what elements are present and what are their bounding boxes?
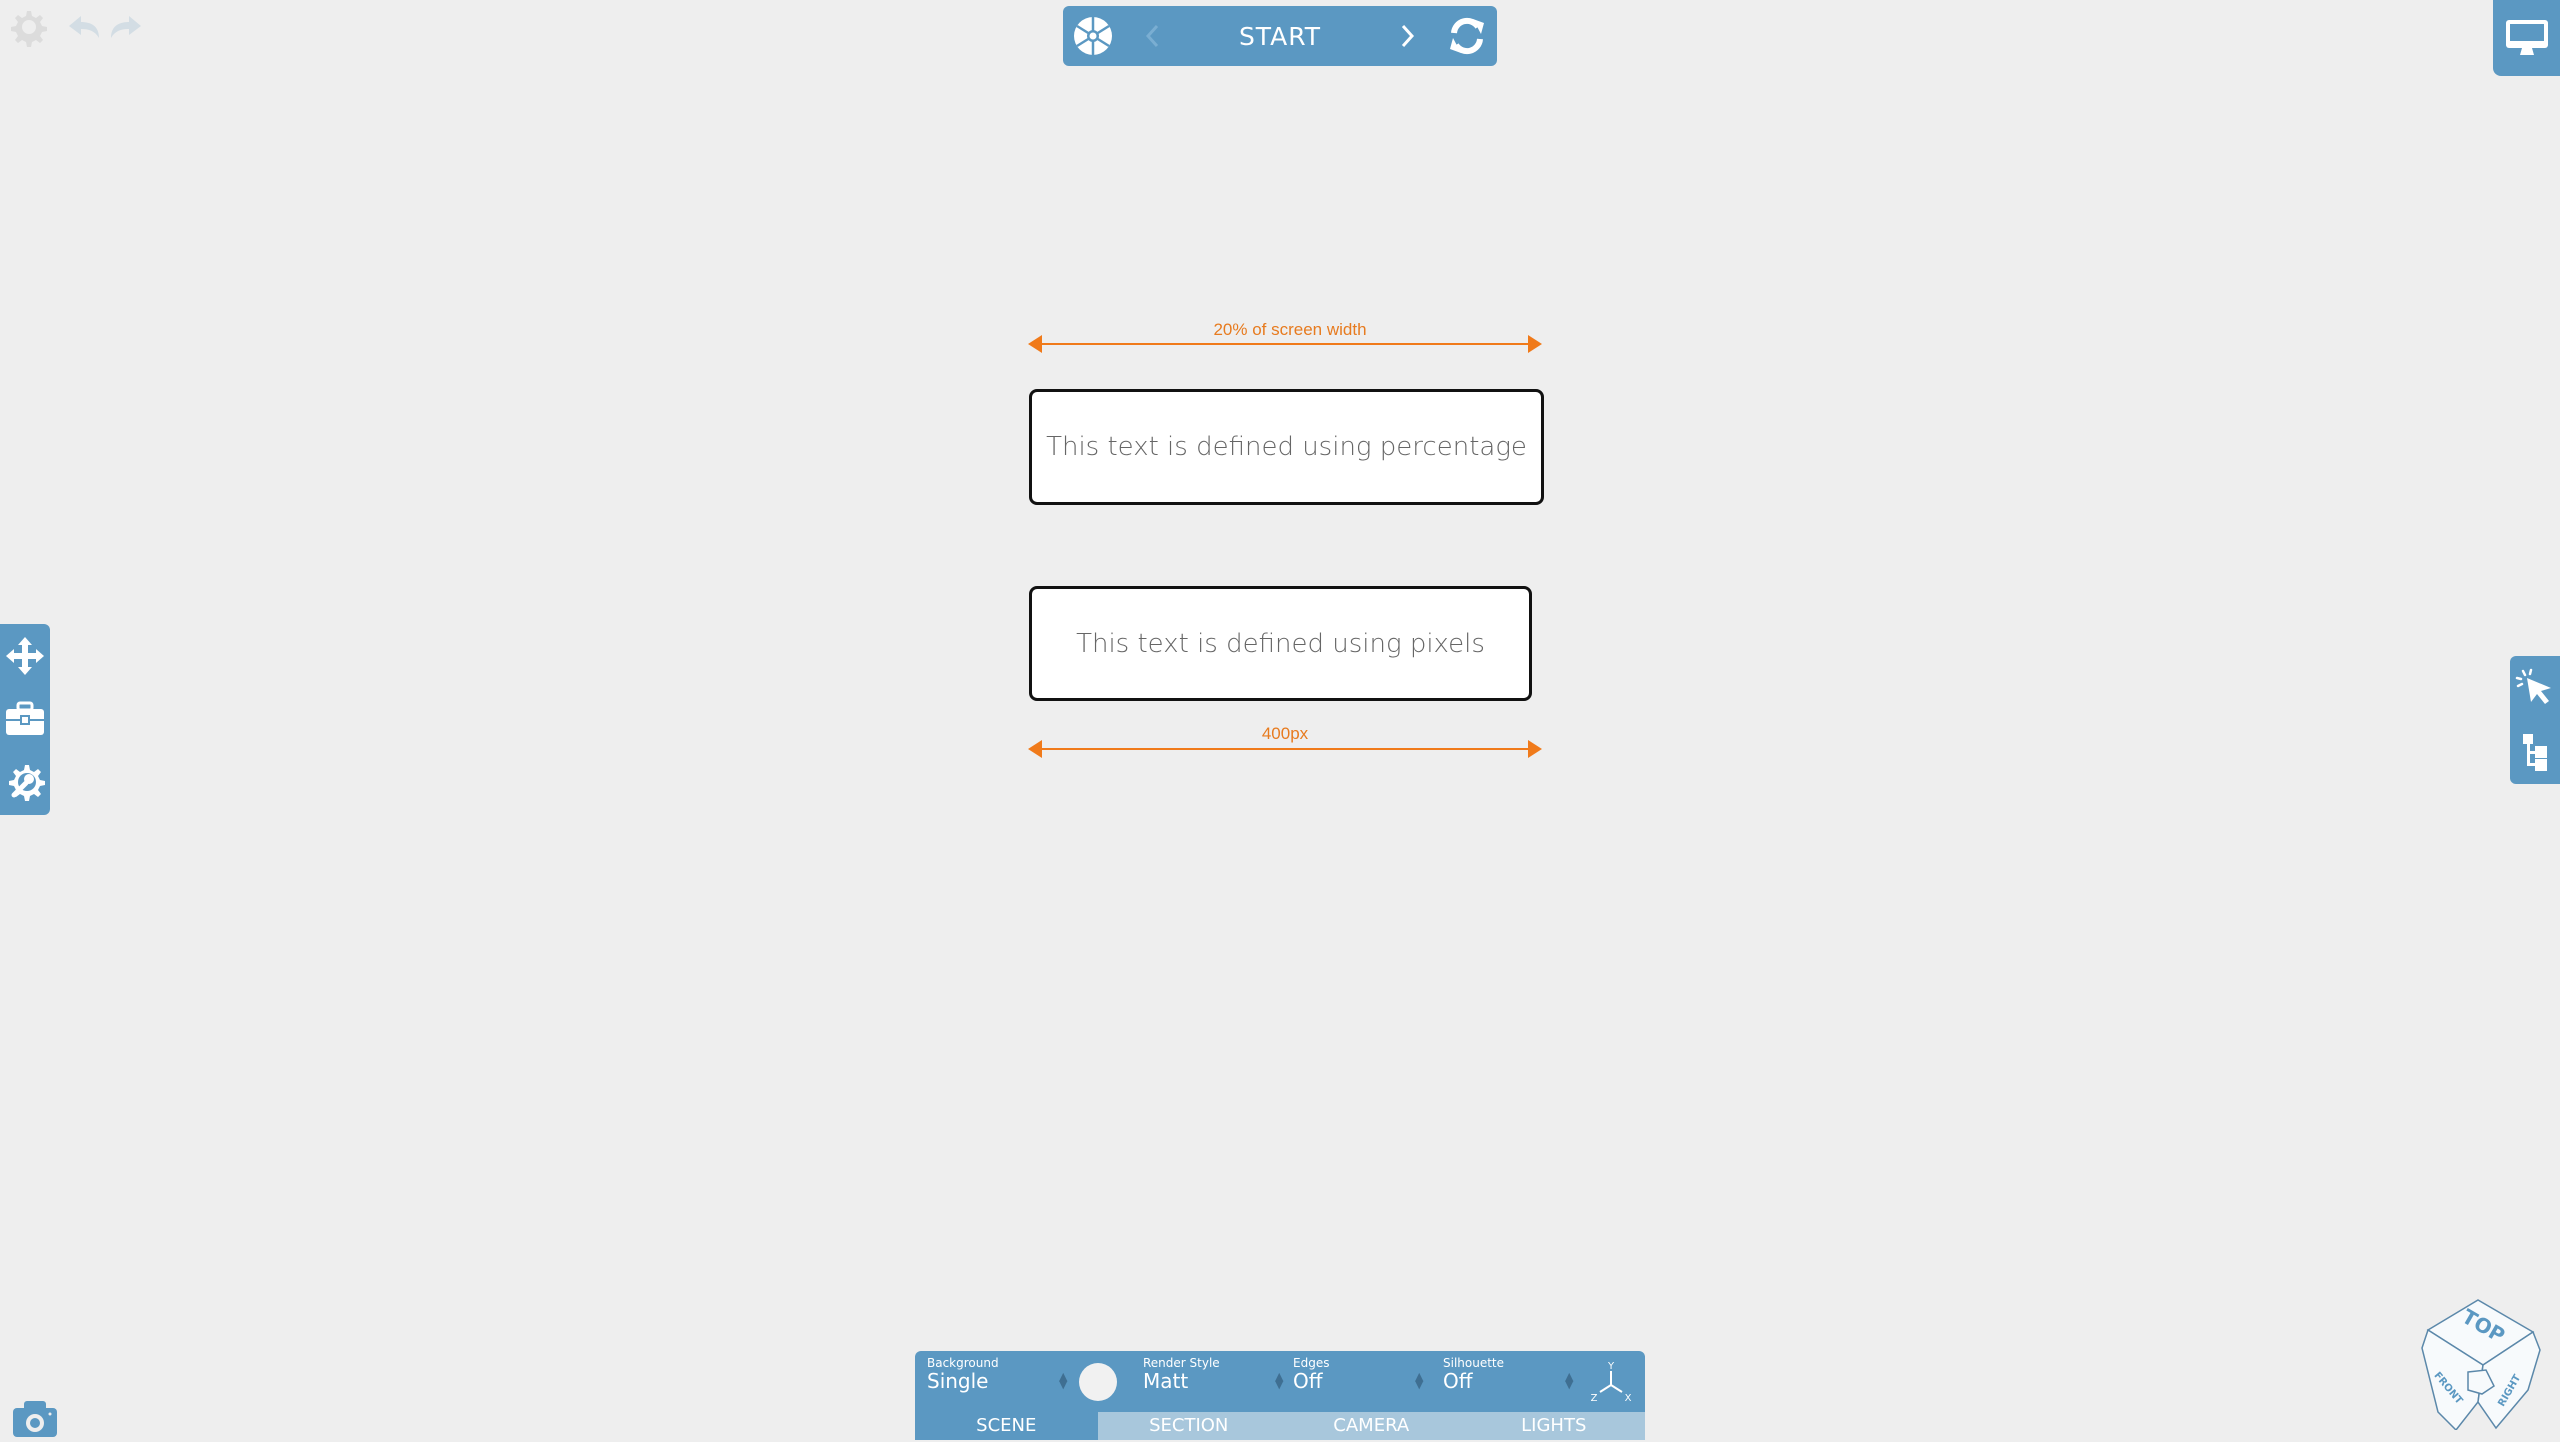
edges-value: Off [1293,1369,1323,1393]
edges-select[interactable]: Edges Off ▲ ▼ [1293,1351,1433,1412]
tab-camera[interactable]: CAMERA [1280,1412,1463,1440]
redo-icon [111,16,141,38]
spinner-icon: ▲ ▼ [1059,1370,1068,1391]
render-style-label: Render Style [1143,1356,1220,1370]
spinner-icon: ▲ ▼ [1275,1370,1284,1391]
refresh-icon [1450,17,1484,55]
panel-tabs: SCENE SECTION CAMERA LIGHTS [915,1412,1645,1440]
silhouette-select[interactable]: Silhouette Off ▲ ▼ [1443,1351,1583,1412]
axis-x-label: X [1625,1393,1632,1404]
axis-y-label: Y [1607,1361,1615,1372]
wrench-gear-icon [9,765,45,802]
aperture-button[interactable] [1063,6,1123,66]
presentation-title: START [1238,21,1322,51]
aperture-icon [1074,17,1112,55]
monitor-icon [2505,20,2548,55]
silhouette-value: Off [1443,1369,1473,1393]
undo-icon [69,16,99,38]
screenshot-button[interactable] [12,1398,58,1442]
percent-width-label: 20% of screen width [1213,320,1367,339]
axis-z-label: Z [1591,1393,1598,1404]
toolbox-icon [6,701,44,736]
render-style-value: Matt [1143,1369,1189,1393]
previous-button[interactable] [1123,6,1183,66]
presentation-bar: START [1063,6,1497,66]
move-button[interactable] [0,628,50,684]
silhouette-label: Silhouette [1443,1356,1505,1370]
tab-section[interactable]: SECTION [1097,1412,1280,1440]
pixel-text-box: This text is defined using pixels [1029,586,1532,701]
gear-icon [11,11,47,47]
scene-panel: Background Single ▲ ▼ Render Style Matt ▲… [915,1351,1645,1440]
spinner-icon: ▲ ▼ [1415,1370,1424,1391]
cursor-click-icon [2515,668,2551,704]
display-button[interactable] [2493,0,2560,76]
chevron-right-icon [1401,24,1415,48]
percentage-text: This text is defined using percentage [1046,432,1527,462]
axis-icon: Y Z X [1591,1361,1632,1404]
chevron-left-icon [1145,24,1159,48]
percent-width-arrow [1028,335,1542,353]
background-label: Background [927,1356,999,1370]
tree-hierarchy-icon [2523,734,2547,771]
select-button[interactable] [2510,660,2560,716]
view-cube-icon: TOP FRONT RIGHT [2421,1299,2541,1432]
settings-button[interactable] [4,4,50,50]
tab-lights[interactable]: LIGHTS [1462,1412,1645,1440]
pixel-width-arrow [1028,740,1542,758]
pixel-width-label: 400px [1261,724,1309,743]
move-icon [6,636,44,675]
toolbox-button[interactable] [0,691,50,747]
hierarchy-button[interactable] [2510,724,2560,780]
next-button[interactable] [1377,6,1437,66]
background-select[interactable]: Background Single ▲ ▼ [927,1351,1067,1412]
redo-button[interactable] [108,12,144,42]
edges-label: Edges [1293,1356,1330,1370]
spinner-icon: ▲ ▼ [1565,1370,1574,1391]
percentage-text-box: This text is defined using percentage [1029,389,1544,505]
view-cube[interactable]: TOP FRONT RIGHT [2408,1290,2548,1434]
undo-button[interactable] [66,12,102,42]
right-toolbar [2510,656,2560,784]
refresh-button[interactable] [1437,6,1497,66]
pixel-text: This text is defined using pixels [1076,628,1485,659]
render-style-select[interactable]: Render Style Matt ▲ ▼ [1143,1351,1283,1412]
background-value: Single [927,1369,989,1393]
left-toolbar [0,624,50,815]
axis-toggle-button[interactable]: Y Z X [1588,1359,1634,1409]
tab-scene[interactable]: SCENE [915,1412,1098,1440]
settings-tools-button[interactable] [0,755,50,811]
camera-icon [13,1401,57,1437]
background-color-swatch[interactable] [1079,1363,1117,1401]
